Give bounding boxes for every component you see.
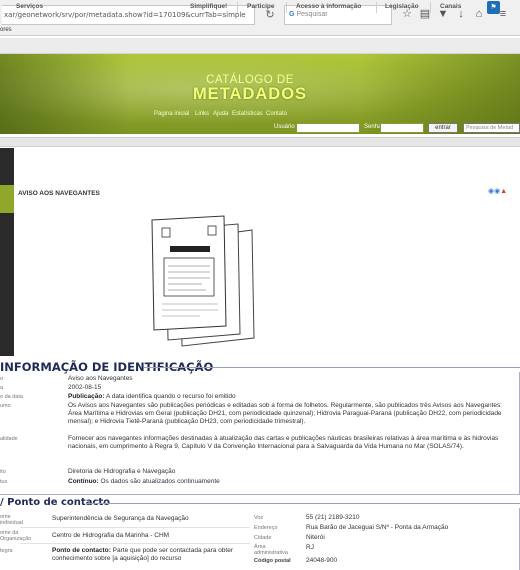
pdf-icon[interactable]: ▲: [500, 188, 507, 195]
left-panel-edge: [0, 148, 14, 356]
gov-divider: [237, 2, 238, 13]
thumbnail-page-front: [151, 215, 227, 331]
nav-link-home[interactable]: Página inicial: [154, 111, 189, 117]
contact-address-value: Rua Barão de Jaceguai S/Nº - Ponta da Ar…: [306, 524, 449, 531]
field-label: a: [0, 385, 4, 391]
contact-organization-value: Centro de Hidrografia da Marinha - CHM: [52, 532, 170, 539]
field-abstract-value: Os Avisos aos Navegantes são publicações…: [68, 402, 503, 426]
field-date-type-value: Publicação: A data identifica quando o r…: [68, 393, 508, 401]
field-label: Código postal: [254, 558, 291, 564]
field-title-value: Aviso aos Navegantes: [68, 375, 133, 382]
row-divider: [20, 543, 250, 544]
password-input[interactable]: [380, 123, 424, 133]
banner-left-shade: [0, 54, 130, 134]
nav-link-contact[interactable]: Contato: [266, 111, 287, 117]
gov-link-simplifique[interactable]: Simplifique!: [190, 3, 227, 10]
field-label: umo: [0, 403, 11, 409]
nav-link-statistics[interactable]: Estatísticas: [232, 111, 263, 117]
field-date-value: 2002-08-15: [68, 384, 102, 391]
field-label: o: [0, 376, 4, 382]
home-icon[interactable]: ⌂: [472, 7, 486, 21]
contact-city-value: Niterói: [306, 534, 325, 541]
record-title: AVISO AOS NAVEGANTES: [18, 190, 100, 197]
metadata-search-input[interactable]: Pesquisa de Metad: [463, 123, 520, 133]
field-purpose-value: Fornecer aos navegantes informações dest…: [68, 435, 499, 451]
banner-title-line2: METADADOS: [192, 85, 308, 103]
browser-search-placeholder: Pesquisar: [296, 11, 328, 18]
date-type-description: A data identifica quando o recurso foi e…: [105, 393, 236, 400]
gov-link-acesso-informacao[interactable]: Acesso à informação: [296, 3, 361, 10]
gov-bar: [0, 38, 520, 54]
accessibility-icon[interactable]: ⚑: [487, 1, 500, 14]
contact-role-value: Ponto de contacto: Parte que pode ser co…: [52, 547, 248, 563]
bookmarks-toolbar-item[interactable]: ores: [0, 27, 12, 33]
user-label: Usuário: [274, 124, 295, 130]
date-type-name: Publicação:: [68, 393, 105, 400]
field-credit-value: Diretoria de Hidrografia e Navegação: [68, 468, 176, 475]
gov-link-legislacao[interactable]: Legislação: [385, 3, 419, 10]
contact-state-value: RJ: [306, 544, 314, 551]
login-button[interactable]: entrar: [428, 123, 458, 133]
status-description: Os dados são atualizados continuamente: [100, 478, 220, 485]
gov-divider: [376, 2, 377, 13]
gov-divider: [430, 2, 431, 13]
password-label: Senha: [364, 124, 382, 130]
gov-link-participe[interactable]: Participe: [247, 3, 274, 10]
record-actions: ◉◉▲: [488, 187, 507, 195]
banner-right-shade: [360, 54, 520, 134]
field-label: Área administrativa: [254, 544, 288, 556]
field-label: ito: [0, 469, 6, 475]
field-status-value: Contínuo: Os dados são atualizados conti…: [68, 478, 508, 486]
gov-link-servicos[interactable]: Serviços: [16, 3, 43, 10]
field-label: Endereço: [254, 525, 278, 531]
contact-individual-value: Superintendência de Segurança da Navegaç…: [52, 515, 189, 522]
nav-link-help[interactable]: Ajuda: [213, 111, 228, 117]
toolbar-strip: [0, 137, 520, 147]
field-label: tegra: [0, 548, 13, 554]
section-rule: [144, 367, 520, 368]
section-rule: [86, 503, 520, 504]
row-divider: [20, 527, 250, 528]
field-label: o da data: [0, 394, 23, 400]
gov-divider: [286, 2, 287, 13]
field-label: Voz: [254, 515, 264, 521]
field-label: Cidade: [254, 535, 272, 541]
contact-postal-code-value: 24048-900: [306, 557, 338, 564]
user-input[interactable]: [296, 123, 360, 133]
field-label: alidade: [0, 436, 18, 442]
gov-link-canais[interactable]: Canais: [440, 3, 461, 10]
field-label: tus: [0, 479, 8, 485]
nav-link-links[interactable]: Links: [195, 111, 209, 117]
field-label: ome individual: [0, 514, 23, 526]
role-name: Ponto de contacto:: [52, 547, 111, 554]
field-label: ome da Organização: [0, 530, 32, 542]
search-engine-icon: G: [289, 11, 295, 18]
contact-phone-value: 55 (21) 2189-3210: [306, 514, 360, 521]
record-thumbnail[interactable]: [140, 210, 255, 348]
status-name: Contínuo:: [68, 478, 99, 485]
left-panel-tab[interactable]: [0, 185, 14, 213]
